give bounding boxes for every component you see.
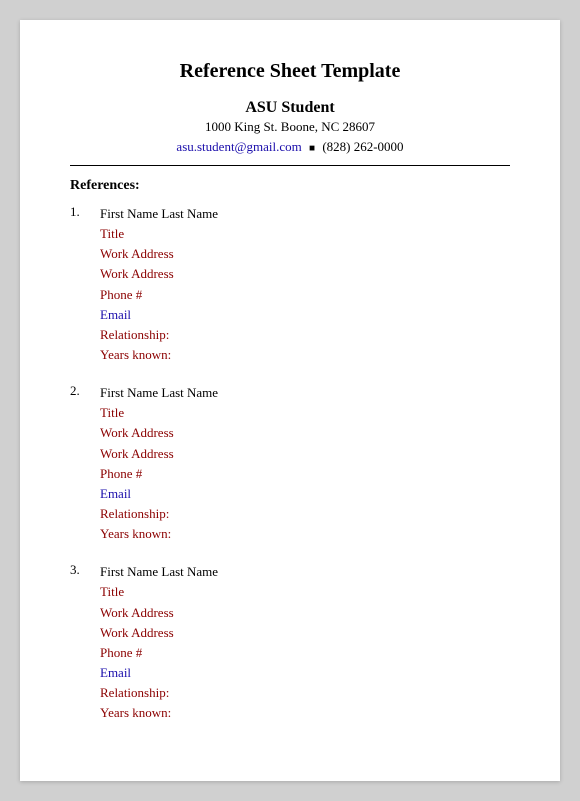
ref-1-years: Years known:	[100, 345, 218, 365]
ref-2-relationship: Relationship:	[100, 504, 218, 524]
ref-2-name: First Name Last Name	[100, 383, 218, 403]
ref-3-relationship: Relationship:	[100, 683, 218, 703]
ref-2-title: Title	[100, 403, 218, 423]
student-address: 1000 King St. Boone, NC 28607	[70, 119, 510, 135]
ref-number-2: 2.	[70, 383, 100, 544]
ref-1-work-address-2: Work Address	[100, 264, 218, 284]
ref-2-work-address-2: Work Address	[100, 444, 218, 464]
ref-1-phone: Phone #	[100, 285, 218, 305]
ref-2-work-address-1: Work Address	[100, 423, 218, 443]
student-name: ASU Student	[70, 99, 510, 117]
ref-3-title: Title	[100, 582, 218, 602]
ref-2-phone: Phone #	[100, 464, 218, 484]
ref-2-years: Years known:	[100, 524, 218, 544]
document-page: Reference Sheet Template ASU Student 100…	[20, 20, 560, 781]
ref-3-name: First Name Last Name	[100, 562, 218, 582]
ref-1-work-address-1: Work Address	[100, 244, 218, 264]
ref-3-email: Email	[100, 663, 218, 683]
ref-details-2: First Name Last Name Title Work Address …	[100, 383, 218, 544]
ref-number-3: 3.	[70, 562, 100, 723]
ref-3-years: Years known:	[100, 703, 218, 723]
ref-1-name: First Name Last Name	[100, 204, 218, 224]
page-title: Reference Sheet Template	[70, 60, 510, 83]
header-divider	[70, 165, 510, 166]
ref-details-1: First Name Last Name Title Work Address …	[100, 204, 218, 365]
student-contact: asu.student@gmail.com ■ (828) 262-0000	[70, 139, 510, 155]
ref-number-1: 1.	[70, 204, 100, 365]
references-list: 1. First Name Last Name Title Work Addre…	[70, 204, 510, 723]
contact-separator: ■	[309, 143, 315, 154]
ref-3-work-address-1: Work Address	[100, 603, 218, 623]
ref-3-work-address-2: Work Address	[100, 623, 218, 643]
student-phone: (828) 262-0000	[322, 139, 403, 154]
student-email: asu.student@gmail.com	[176, 139, 301, 154]
references-heading: References:	[70, 178, 510, 194]
ref-1-relationship: Relationship:	[100, 325, 218, 345]
list-item: 2. First Name Last Name Title Work Addre…	[70, 383, 510, 544]
list-item: 3. First Name Last Name Title Work Addre…	[70, 562, 510, 723]
ref-1-title: Title	[100, 224, 218, 244]
ref-1-email: Email	[100, 305, 218, 325]
list-item: 1. First Name Last Name Title Work Addre…	[70, 204, 510, 365]
ref-3-phone: Phone #	[100, 643, 218, 663]
ref-2-email: Email	[100, 484, 218, 504]
ref-details-3: First Name Last Name Title Work Address …	[100, 562, 218, 723]
